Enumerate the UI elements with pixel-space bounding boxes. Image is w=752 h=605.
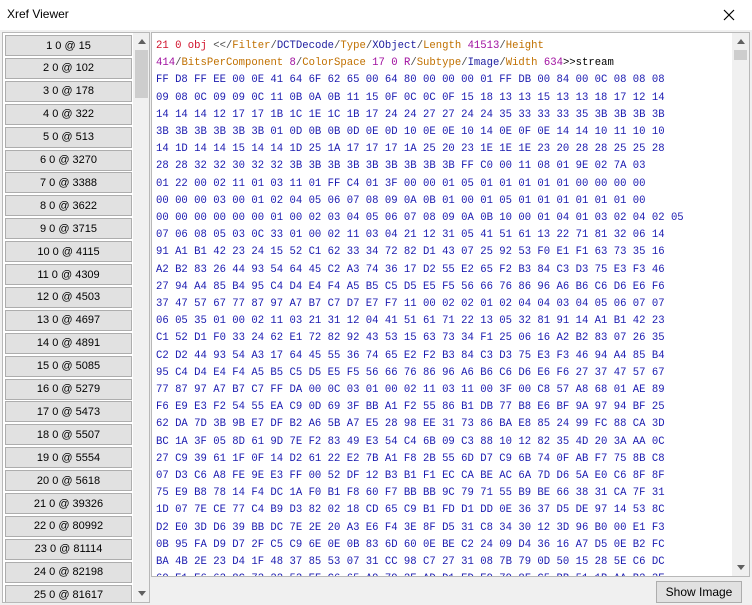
xref-entry-button[interactable]: 6 0 @ 3270 [5,149,132,171]
hex-line: 27 94 A4 85 B4 95 C4 D4 E4 F4 A5 B5 C5 D… [156,280,665,293]
header-token: 414 [156,57,176,70]
header-token: 17 0 R [372,57,411,70]
content-scroll-thumb[interactable] [734,50,747,60]
xref-entry-button[interactable]: 9 0 @ 3715 [5,218,132,240]
object-content-pane: 21 0 obj <</Filter/DCTDecode/Type/XObjec… [151,32,750,577]
header-token: >>stream [562,57,614,70]
xref-entry-button[interactable]: 4 0 @ 322 [5,103,132,125]
xref-entry-button[interactable]: 13 0 @ 4697 [5,309,132,331]
hex-line: 37 47 57 67 77 87 97 A7 B7 C7 D7 E7 F7 1… [156,298,665,311]
scroll-thumb[interactable] [135,50,148,98]
hex-line: 09 08 0C 09 09 0C 11 0B 0A 0B 11 15 0F 0… [156,91,665,104]
xref-entry-button[interactable]: 20 0 @ 5618 [5,470,132,492]
hex-line: BA 4B 2E 23 D4 1F 48 37 85 53 07 31 CC 9… [156,556,665,569]
scroll-up-icon [736,39,745,44]
header-token: Height [505,40,544,52]
header-token: XObject [372,40,417,52]
xref-entry-button[interactable]: 15 0 @ 5085 [5,355,132,377]
header-token: 41513 [467,40,500,52]
header-token: Subtype [416,57,462,70]
client-area: 1 0 @ 15 2 0 @ 102 3 0 @ 178 4 0 @ 322 5 0 @… [0,30,752,605]
xref-entry-button[interactable]: 18 0 @ 5507 [5,424,132,446]
hex-line: 00 00 00 00 00 00 01 00 02 03 04 05 06 0… [156,212,684,225]
header-token: ColorSpace [302,57,373,70]
scroll-down-button[interactable] [133,585,149,602]
xref-entry-button[interactable]: 1 0 @ 15 [5,35,132,56]
xref-entry-button[interactable]: 12 0 @ 4503 [5,286,132,308]
hex-line: FF D8 FF EE 00 0E 41 64 6F 62 65 00 64 8… [156,74,665,87]
header-token: 21 0 obj [156,40,214,52]
header-token: Image [467,57,500,70]
hex-line: 75 E9 B8 78 14 F4 DC 1A F0 B1 F8 60 F7 B… [156,487,665,500]
header-token: DCTDecode [276,40,335,52]
content-scroll-down-button[interactable] [732,559,749,576]
header-token: Width [505,57,544,70]
scroll-down-icon [137,591,146,596]
hex-line: 69 E1 E6 63 8C 73 22 53 EF C6 65 A9 79 2… [156,571,731,576]
xref-entry-button[interactable]: 21 0 @ 39326 [5,493,132,514]
hex-line: 28 28 32 32 30 32 32 3B 3B 3B 3B 3B 3B 3… [156,160,646,173]
xref-entry-button[interactable]: 25 0 @ 81617 [5,584,132,602]
scroll-up-icon [137,39,146,44]
close-icon [723,9,735,21]
hex-line: C2 D2 44 93 54 A3 17 64 45 55 36 74 65 E… [156,349,665,362]
hex-line: 77 87 97 A7 B7 C7 FF DA 00 0C 03 01 00 0… [156,384,665,397]
xref-entry-button[interactable]: 24 0 @ 82198 [5,561,132,583]
hex-line: F6 E9 E3 F2 54 55 EA C9 0D 69 3F BB A1 F… [156,401,665,414]
object-content: 21 0 obj <</Filter/DCTDecode/Type/XObjec… [156,38,731,576]
xref-entry-button[interactable]: 5 0 @ 513 [5,126,132,148]
hex-line: BC 1A 3F 05 8D 61 9D 7E F2 83 49 E3 54 C… [156,435,665,448]
hex-line: 07 06 08 05 03 0C 33 01 00 02 11 03 04 2… [156,229,665,242]
header-token: Length [423,40,468,52]
hex-line: 27 C9 39 61 1F 0F 14 D2 61 22 E2 7B A1 F… [156,452,665,465]
scroll-down-icon [736,565,745,570]
xref-entry-button[interactable]: 7 0 @ 3388 [5,172,132,194]
hex-line: 14 1D 14 14 15 14 14 1D 25 1A 17 17 17 1… [156,143,665,156]
header-token: Filter [232,40,271,52]
hex-line: 01 22 00 02 11 01 03 11 01 FF C4 01 3F 0… [156,177,646,190]
hex-line: 06 05 35 01 00 02 11 03 21 31 12 04 41 5… [156,315,665,328]
hex-line: C1 52 D1 F0 33 24 62 E1 72 82 92 43 53 1… [156,332,665,345]
xref-entry-button[interactable]: 23 0 @ 81114 [5,538,132,560]
xref-entry-button[interactable]: 3 0 @ 178 [5,80,132,102]
header-line: 414/BitsPerComponent 8/ColorSpace 17 0 R… [156,55,731,72]
header-token: BitsPerComponent [181,57,290,70]
xref-entry-button[interactable]: 14 0 @ 4891 [5,332,132,354]
xref-entry-button[interactable]: 17 0 @ 5473 [5,401,132,423]
window-title: Xref Viewer [7,7,69,21]
header-token: 634 [543,57,563,70]
title-bar: Xref Viewer [0,0,752,30]
scroll-up-button[interactable] [133,33,149,50]
hex-line: 3B 3B 3B 3B 3B 3B 01 0D 0B 0B 0D 0E 0D 1… [156,126,665,139]
bottom-bar: Show Image [151,581,750,603]
header-token: <</ [213,40,233,52]
content-scrollbar[interactable] [732,33,749,576]
hex-line: 62 DA 7D 3B 9B E7 DF B2 A6 5B A7 E5 28 9… [156,418,665,431]
xref-entry-button[interactable]: 16 0 @ 5279 [5,378,132,400]
hex-line: 0B 95 FA D9 D7 2F C5 C9 6E 0E 0B 83 6D 6… [156,538,665,551]
hex-line: 00 00 00 03 00 01 02 04 05 06 07 08 09 0… [156,194,646,207]
xref-list-scrollbar[interactable] [133,33,149,602]
xref-entry-button[interactable]: 11 0 @ 4309 [5,264,132,285]
hex-line: 95 C4 D4 E4 F4 A5 B5 C5 D5 E5 F5 56 66 7… [156,366,665,379]
close-button[interactable] [706,0,752,30]
xref-entry-button[interactable]: 2 0 @ 102 [5,57,132,79]
xref-entry-button[interactable]: 8 0 @ 3622 [5,195,132,217]
hex-line: 1D 07 7E CE 77 C4 B9 D3 82 02 18 CD 65 C… [156,504,665,517]
hex-line: 14 14 14 12 17 17 1B 1C 1E 1C 1B 17 24 2… [156,108,665,121]
xref-entry-button[interactable]: 10 0 @ 4115 [5,241,132,263]
hex-line: 07 D3 C6 A8 FE 9E E3 FF 00 52 DF 12 B3 B… [156,470,665,483]
xref-entry-button[interactable]: 22 0 @ 80992 [5,515,132,537]
xref-entry-button[interactable]: 19 0 @ 5554 [5,447,132,469]
show-image-button[interactable]: Show Image [656,581,742,603]
hex-line: 91 A1 B1 42 23 24 15 52 C1 62 33 34 72 8… [156,246,665,259]
hex-line: A2 B2 83 26 44 93 54 64 45 C2 A3 74 36 1… [156,263,665,276]
header-token: Type [340,40,366,52]
content-scroll-up-button[interactable] [732,33,749,50]
header-line: 21 0 obj <</Filter/DCTDecode/Type/XObjec… [156,38,731,55]
hex-line: D2 E0 3D D6 39 BB DC 7E 2E 20 A3 E6 F4 3… [156,521,665,534]
xref-list-pane: 1 0 @ 15 2 0 @ 102 3 0 @ 178 4 0 @ 322 5 0 @… [2,32,150,603]
